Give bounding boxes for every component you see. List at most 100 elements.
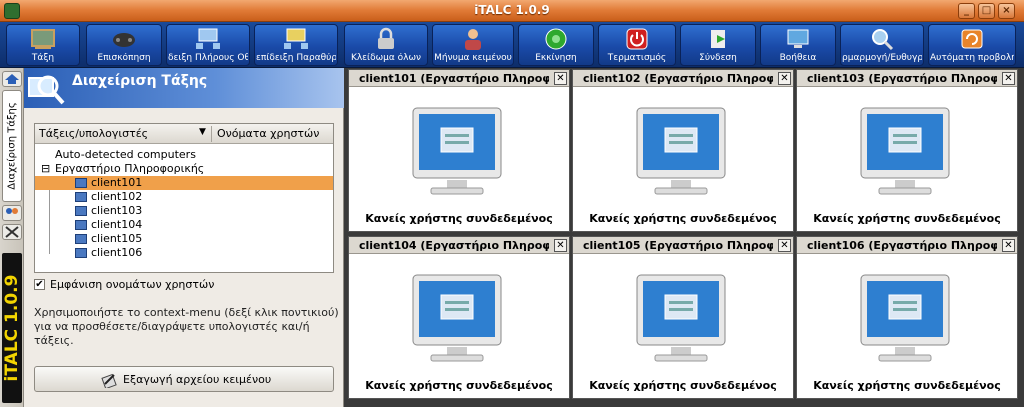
tree-item-client[interactable]: client103 bbox=[35, 204, 333, 218]
toolbar-button-text-message[interactable]: Μήνυμα κειμένου bbox=[432, 24, 514, 66]
client-header[interactable]: client104 (Εργαστήριο Πληροφορικής) ✕ bbox=[349, 237, 569, 254]
tree-item-label: client102 bbox=[91, 190, 143, 203]
close-button[interactable]: × bbox=[998, 3, 1015, 19]
toolbar-button-label: Κλείδωμα όλων bbox=[350, 53, 422, 63]
side-tab-strip: Διαχείριση Τάξης iTALC 1.0.9 bbox=[0, 68, 24, 407]
maximize-button[interactable]: □ bbox=[978, 3, 995, 19]
window-title: iTALC 1.0.9 bbox=[474, 3, 550, 17]
power-off-icon bbox=[626, 28, 648, 50]
client-header[interactable]: client101 (Εργαστήριο Πληροφορικής) ✕ bbox=[349, 70, 569, 87]
gamepad-icon bbox=[113, 33, 135, 47]
home-icon bbox=[5, 74, 19, 84]
client-status: Κανείς χρήστης συνδεδεμένος bbox=[365, 379, 553, 392]
classroom-panel: Διαχείριση Τάξης Τάξεις/υπολογιστές ▼ Ον… bbox=[24, 68, 344, 407]
side-tab-snapshots[interactable] bbox=[2, 205, 22, 221]
classroom-tree[interactable]: Τάξεις/υπολογιστές ▼ Ονόματα χρηστών Aut… bbox=[34, 123, 334, 273]
client-header[interactable]: client102 (Εργαστήριο Πληροφορικής) ✕ bbox=[573, 70, 793, 87]
tree-item-client[interactable]: client104 bbox=[35, 218, 333, 232]
client-title: client101 (Εργαστήριο Πληροφορικής) bbox=[359, 72, 549, 85]
client-window[interactable]: client103 (Εργαστήριο Πληροφορικής) ✕ Κα… bbox=[796, 69, 1018, 232]
show-users-label[interactable]: Εμφάνιση ονομάτων χρηστών bbox=[50, 278, 214, 291]
client-title: client105 (Εργαστήριο Πληροφορικής) bbox=[583, 239, 773, 252]
tree-item-label: Auto-detected computers bbox=[55, 148, 196, 161]
toolbar-button-power-off[interactable]: Τερματισμός bbox=[598, 24, 676, 66]
toolbar: Τάξη Επισκόπηση δειξη Πλήρους Οθό επίδει… bbox=[0, 22, 1024, 68]
toolbar-button-label: Αυτόματη προβολή bbox=[930, 53, 1014, 63]
minimize-button[interactable]: _ bbox=[958, 3, 975, 19]
tree-item-client[interactable]: client102 bbox=[35, 190, 333, 204]
side-tab-home[interactable] bbox=[2, 71, 22, 87]
side-tab-classroom-management[interactable]: Διαχείριση Τάξης bbox=[2, 90, 22, 202]
message-icon bbox=[465, 29, 481, 50]
toolbar-button-window-demo[interactable]: επίδειξη Παραθύρου bbox=[254, 24, 338, 66]
toolbar-button-lock-all[interactable]: Κλείδωμα όλων bbox=[344, 24, 428, 66]
client-window[interactable]: client105 (Εργαστήριο Πληροφορικής) ✕ Κα… bbox=[572, 236, 794, 399]
client-title: client104 (Εργαστήριο Πληροφορικής) bbox=[359, 239, 549, 252]
toolbar-button-label: Τερματισμός bbox=[607, 53, 667, 63]
close-icon[interactable]: ✕ bbox=[778, 239, 791, 252]
toolbar-button-classroom[interactable]: Τάξη bbox=[6, 24, 80, 66]
computer-icon bbox=[75, 192, 87, 202]
monitor-icon bbox=[412, 274, 502, 362]
toolbar-button-label: Τάξη bbox=[31, 53, 55, 63]
close-icon[interactable]: ✕ bbox=[554, 72, 567, 85]
client-header[interactable]: client105 (Εργαστήριο Πληροφορικής) ✕ bbox=[573, 237, 793, 254]
close-icon[interactable]: ✕ bbox=[554, 239, 567, 252]
computer-icon bbox=[75, 178, 87, 188]
export-button-label: Εξαγωγή αρχείου κειμένου bbox=[123, 373, 272, 386]
fullscreen-demo-icon bbox=[196, 28, 220, 49]
client-header[interactable]: client106 (Εργαστήριο Πληροφορικής) ✕ bbox=[797, 237, 1017, 254]
italc-logo: iTALC 1.0.9 bbox=[2, 253, 22, 403]
title-bar: iTALC 1.0.9 _ □ × bbox=[0, 0, 1024, 22]
show-users-checkbox[interactable]: ✔ bbox=[34, 279, 45, 290]
collapse-icon[interactable]: ⊟ bbox=[41, 162, 50, 176]
client-window[interactable]: client101 (Εργαστήριο Πληροφορικής) ✕ Κα… bbox=[348, 69, 570, 232]
client-window[interactable]: client102 (Εργαστήριο Πληροφορικής) ✕ Κα… bbox=[572, 69, 794, 232]
magnifier-icon bbox=[28, 75, 65, 105]
export-text-file-button[interactable]: Εξαγωγή αρχείου κειμένου bbox=[34, 366, 334, 392]
toolbar-button-label: Επισκόπηση bbox=[97, 53, 151, 63]
tree-item-client[interactable]: client105 bbox=[35, 232, 333, 246]
zoom-icon bbox=[872, 29, 894, 51]
computer-icon bbox=[75, 234, 87, 244]
sort-arrow-icon[interactable]: ▼ bbox=[199, 127, 206, 137]
client-window[interactable]: client104 (Εργαστήριο Πληροφορικής) ✕ Κα… bbox=[348, 236, 570, 399]
client-title: client103 (Εργαστήριο Πληροφορικής) bbox=[807, 72, 997, 85]
close-icon[interactable]: ✕ bbox=[1002, 72, 1015, 85]
computer-icon bbox=[75, 220, 87, 230]
close-icon[interactable]: ✕ bbox=[1002, 239, 1015, 252]
client-window[interactable]: client106 (Εργαστήριο Πληροφορικής) ✕ Κα… bbox=[796, 236, 1018, 399]
toolbar-button-label: ρμαρμογή/Ευθυγράμ bbox=[842, 53, 922, 63]
client-header[interactable]: client103 (Εργαστήριο Πληροφορικής) ✕ bbox=[797, 70, 1017, 87]
tree-item-label: Εργαστήριο Πληροφορικής bbox=[55, 162, 205, 175]
toolbar-button-label: επίδειξη Παραθύρου bbox=[256, 53, 336, 63]
computer-icon bbox=[75, 206, 87, 216]
tree-item-client[interactable]: client106 bbox=[35, 246, 333, 260]
tree-item-client[interactable]: client101 bbox=[35, 176, 333, 190]
client-grid: client101 (Εργαστήριο Πληροφορικής) ✕ Κα… bbox=[346, 68, 1024, 407]
toolbar-button-overview[interactable]: Επισκόπηση bbox=[86, 24, 162, 66]
client-title: client106 (Εργαστήριο Πληροφορικής) bbox=[807, 239, 997, 252]
tree-item-label: client105 bbox=[91, 232, 143, 245]
tree-item-auto-detected[interactable]: Auto-detected computers bbox=[35, 148, 333, 162]
tree-column-classes[interactable]: Τάξεις/υπολογιστές bbox=[39, 127, 148, 140]
monitor-icon bbox=[860, 107, 950, 195]
tree-item-lab[interactable]: ⊟ Εργαστήριο Πληροφορικής bbox=[35, 162, 333, 176]
tree-column-users[interactable]: Ονόματα χρηστών bbox=[217, 127, 319, 140]
logo-text: iTALC 1.0.9 bbox=[2, 274, 22, 382]
side-tab-settings[interactable] bbox=[2, 224, 22, 240]
help-icon bbox=[787, 29, 809, 48]
toolbar-button-help[interactable]: Βοήθεια bbox=[760, 24, 836, 66]
toolbar-button-auto-view[interactable]: Αυτόματη προβολή bbox=[928, 24, 1016, 66]
toolbar-button-power-on[interactable]: Εκκίνηση bbox=[518, 24, 594, 66]
client-status: Κανείς χρήστης συνδεδεμένος bbox=[813, 379, 1001, 392]
toolbar-button-label: Βοήθεια bbox=[779, 53, 817, 63]
column-separator bbox=[211, 126, 212, 142]
toolbar-button-login[interactable]: Σύνδεση bbox=[680, 24, 756, 66]
toolbar-button-fit-align[interactable]: ρμαρμογή/Ευθυγράμ bbox=[840, 24, 924, 66]
monitor-icon bbox=[636, 107, 726, 195]
toolbar-button-label: Σύνδεση bbox=[699, 53, 737, 63]
toolbar-button-fullscreen-demo[interactable]: δειξη Πλήρους Οθό bbox=[166, 24, 250, 66]
close-icon[interactable]: ✕ bbox=[778, 72, 791, 85]
users-icon bbox=[6, 208, 18, 214]
